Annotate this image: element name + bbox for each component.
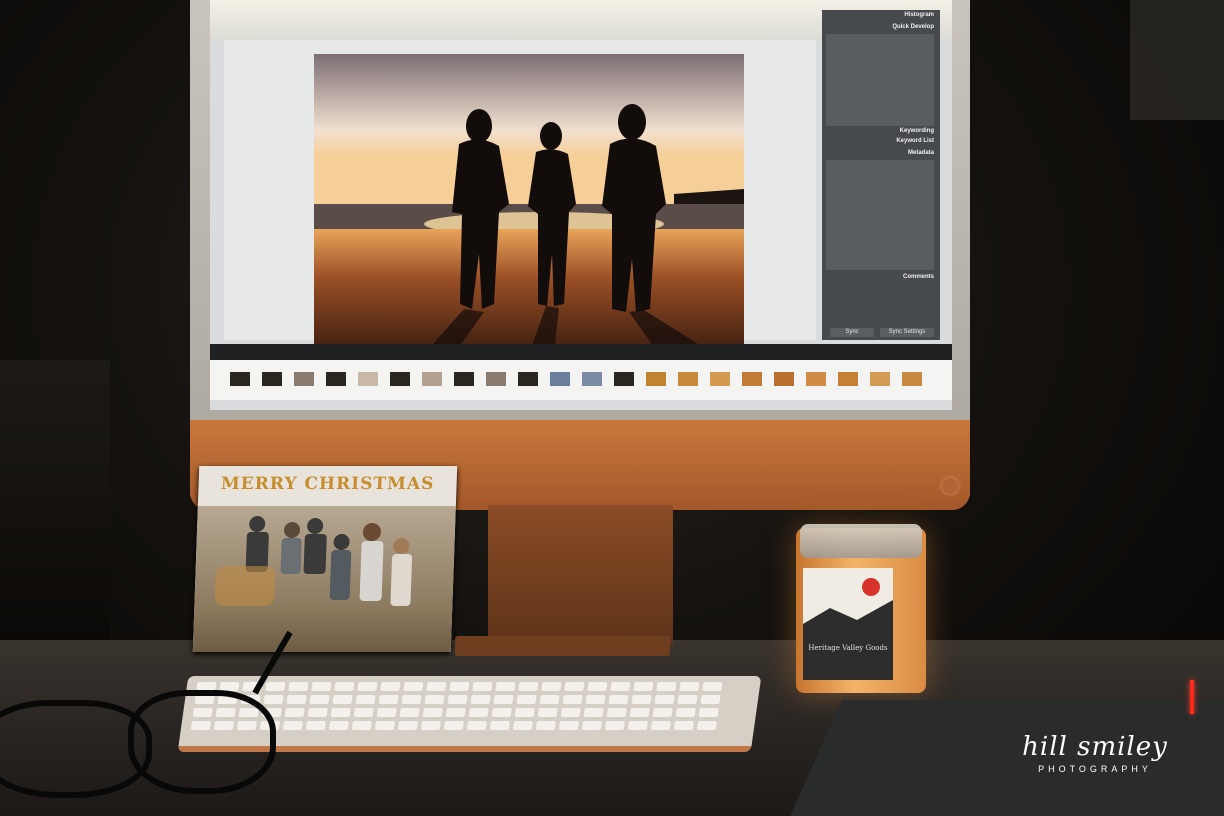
monitor-stand-base bbox=[455, 636, 670, 656]
filmstrip-thumbnail[interactable] bbox=[614, 372, 634, 386]
watermark-subtitle: PHOTOGRAPHY bbox=[1038, 764, 1152, 774]
filmstrip-thumbnail[interactable] bbox=[294, 372, 314, 386]
filmstrip-thumbnail[interactable] bbox=[646, 372, 666, 386]
sync-settings-button[interactable]: Sync Settings bbox=[880, 328, 934, 337]
filmstrip-thumbnail[interactable] bbox=[326, 372, 346, 386]
candle-label-sun bbox=[862, 578, 880, 596]
filmstrip-toolbar[interactable] bbox=[210, 344, 952, 360]
panel-title[interactable]: Histogram bbox=[904, 12, 934, 18]
metadata-fields[interactable] bbox=[826, 160, 934, 270]
filmstrip-thumbnail[interactable] bbox=[518, 372, 538, 386]
panel-title[interactable]: Quick Develop bbox=[892, 24, 934, 30]
filmstrip-thumbnail[interactable] bbox=[454, 372, 474, 386]
filmstrip-thumbnail[interactable] bbox=[582, 372, 602, 386]
card-family-illustration bbox=[214, 516, 413, 606]
monitor-stand bbox=[488, 505, 673, 645]
filmstrip-thumbnail[interactable] bbox=[742, 372, 762, 386]
filmstrip-thumbnail[interactable] bbox=[230, 372, 250, 386]
filmstrip-thumbnail[interactable] bbox=[838, 372, 858, 386]
filmstrip-thumbnail[interactable] bbox=[422, 372, 442, 386]
filmstrip-thumbnail[interactable] bbox=[550, 372, 570, 386]
sync-button[interactable]: Sync bbox=[830, 328, 874, 337]
photographer-watermark: hill smiley PHOTOGRAPHY bbox=[980, 732, 1210, 774]
photo-illustration bbox=[314, 54, 744, 354]
panel-title[interactable]: Comments bbox=[903, 274, 934, 280]
photo-viewer bbox=[224, 40, 816, 354]
christmas-card: MERRY CHRISTMAS bbox=[192, 466, 458, 652]
filmstrip-thumbnail[interactable] bbox=[774, 372, 794, 386]
filmstrip-thumbnail[interactable] bbox=[806, 372, 826, 386]
filmstrip-thumbnail[interactable] bbox=[390, 372, 410, 386]
panel-title[interactable]: Metadata bbox=[908, 150, 934, 156]
filmstrip-thumbnail[interactable] bbox=[262, 372, 282, 386]
filmstrip-thumbnail[interactable] bbox=[678, 372, 698, 386]
candle-brand-text: Heritage Valley Goods bbox=[808, 644, 888, 652]
filmstrip-thumbnail[interactable] bbox=[486, 372, 506, 386]
monitor-screen: Histogram Quick Develop Keywording Keywo… bbox=[210, 0, 952, 410]
left-shelf bbox=[0, 360, 110, 640]
filmstrip-thumbnail[interactable] bbox=[358, 372, 378, 386]
panel-title[interactable]: Keyword List bbox=[896, 138, 934, 144]
quick-develop-controls[interactable] bbox=[826, 34, 934, 126]
panel-title[interactable]: Keywording bbox=[900, 128, 934, 134]
wall-poster bbox=[1130, 0, 1224, 120]
power-indicator bbox=[942, 478, 958, 494]
filmstrip-thumbnail[interactable] bbox=[902, 372, 922, 386]
card-family-photo bbox=[192, 506, 456, 652]
watermark-name: hill smiley bbox=[1022, 732, 1168, 762]
filmstrip[interactable] bbox=[210, 360, 952, 400]
right-side-panel: Histogram Quick Develop Keywording Keywo… bbox=[822, 10, 940, 340]
candle-jar-rim bbox=[800, 524, 922, 558]
filmstrip-thumbnail[interactable] bbox=[710, 372, 730, 386]
beach-sunset-photo bbox=[314, 54, 744, 354]
card-title: MERRY CHRISTMAS bbox=[220, 474, 435, 494]
eyeglasses-right-lens bbox=[128, 690, 276, 794]
filmstrip-thumbnail[interactable] bbox=[870, 372, 890, 386]
red-indicator-light bbox=[1190, 680, 1194, 714]
